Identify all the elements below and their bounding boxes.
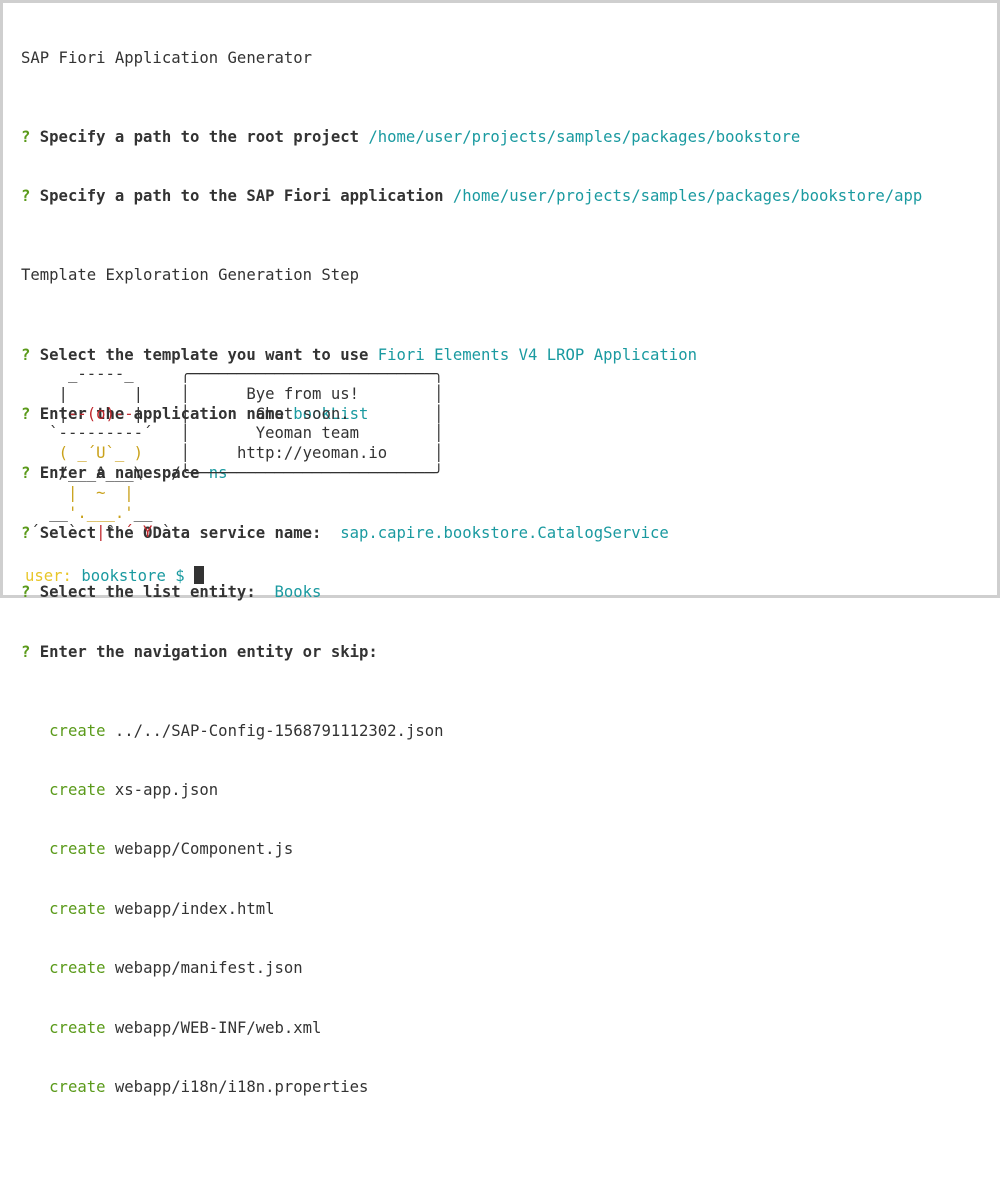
prompt-label: Specify a path to the root project (39, 127, 359, 146)
create-keyword: create (49, 721, 106, 740)
prompt-app-path: ? Specify a path to the SAP Fiori applic… (21, 187, 922, 207)
terminal-window: SAP Fiori Application Generator ? Specif… (0, 0, 1000, 1096)
create-keyword: create (49, 1078, 106, 1097)
created-file-row: create webapp/i18n/i18n.properties (21, 1078, 922, 1098)
question-mark-icon: ? (21, 187, 31, 206)
prompt-answer: Fiori Elements V4 LROP Application (377, 345, 697, 364)
create-keyword: create (49, 899, 106, 918)
created-file-row: create webapp/manifest.json (21, 959, 922, 979)
created-file-path: webapp/i18n/i18n.properties (114, 1078, 369, 1097)
bubble-line: Bye from us! (246, 384, 359, 403)
created-file-path: xs-app.json (114, 781, 219, 800)
prompt-label: Select the template you want to use (39, 345, 369, 364)
prompt-navigation-entity: ? Enter the navigation entity or skip: (21, 643, 922, 663)
create-keyword: create (49, 959, 106, 978)
shell-prompt[interactable]: user: bookstore $ (25, 566, 205, 587)
prompt-label: Specify a path to the SAP Fiori applicat… (39, 187, 444, 206)
prompt-symbol: $ (175, 567, 185, 585)
prompt-root-path: ? Specify a path to the root project /ho… (21, 128, 922, 148)
step-line: Template Exploration Generation Step (21, 266, 359, 285)
created-file-row: create ../../SAP-Config-1568791112302.js… (21, 722, 922, 742)
created-file-path: ../../SAP-Config-1568791112302.json (114, 721, 444, 740)
prompt-label: Enter the navigation entity or skip: (39, 642, 378, 661)
created-file-path: webapp/Component.js (114, 840, 294, 859)
bubble-line: Chat soon. (255, 404, 350, 423)
prompt-template: ? Select the template you want to use Fi… (21, 346, 922, 366)
bubble-line: Yeoman team (255, 424, 359, 443)
prompt-answer: Books (274, 583, 322, 602)
created-file-path: webapp/index.html (114, 899, 275, 918)
prompt-user: user: (25, 567, 72, 585)
created-file-row: create webapp/Component.js (21, 840, 922, 860)
create-keyword: create (49, 840, 106, 859)
text-cursor (194, 566, 205, 584)
generator-title: SAP Fiori Application Generator (21, 48, 313, 67)
bubble-line: http://yeoman.io (236, 444, 388, 463)
created-file-row: create xs-app.json (21, 781, 922, 801)
created-file-path: webapp/WEB-INF/web.xml (114, 1018, 322, 1037)
question-mark-icon: ? (21, 127, 31, 146)
question-mark-icon: ? (21, 642, 31, 661)
created-file-row: create webapp/index.html (21, 900, 922, 920)
prompt-answer: /home/user/projects/samples/packages/boo… (452, 187, 923, 206)
prompt-answer: /home/user/projects/samples/packages/boo… (368, 127, 801, 146)
created-file-path: webapp/manifest.json (114, 959, 303, 978)
question-mark-icon: ? (21, 345, 31, 364)
create-keyword: create (49, 1018, 106, 1037)
prompt-directory: bookstore (81, 567, 166, 585)
terminal-output: SAP Fiori Application Generator ? Specif… (21, 9, 922, 1200)
yeoman-ascii-art: _-----_ ╭──────────────────────────╮ | |… (21, 365, 444, 542)
create-keyword: create (49, 781, 106, 800)
created-file-row: create webapp/WEB-INF/web.xml (21, 1019, 922, 1039)
